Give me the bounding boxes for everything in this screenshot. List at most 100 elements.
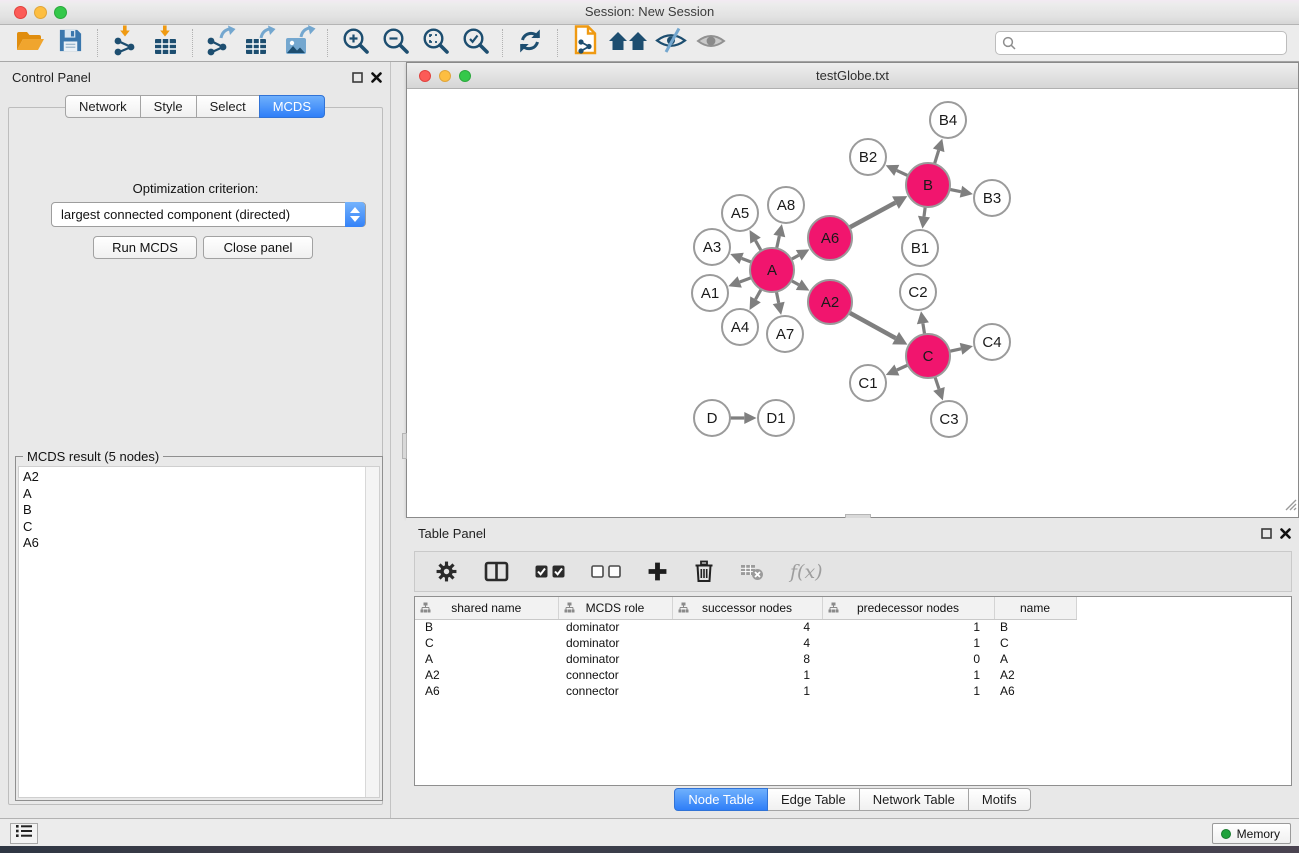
- table-row[interactable]: A6connector11A6: [415, 683, 1291, 699]
- graph-node-A5[interactable]: A5: [722, 195, 758, 231]
- graph-node-A1[interactable]: A1: [692, 275, 728, 311]
- graph-node-A7[interactable]: A7: [767, 316, 803, 352]
- zoom-in-button[interactable]: [335, 27, 375, 59]
- format-column-button[interactable]: [484, 561, 509, 582]
- result-item[interactable]: C: [23, 519, 363, 536]
- run-mcds-button[interactable]: Run MCDS: [93, 236, 197, 259]
- graph-node-D[interactable]: D: [694, 400, 730, 436]
- graph-node-D1[interactable]: D1: [758, 400, 794, 436]
- column-header-shared-name[interactable]: shared name: [415, 597, 558, 619]
- panel-divider-grip[interactable]: [402, 433, 407, 459]
- table-cell[interactable]: 1: [822, 619, 994, 635]
- float-panel-icon[interactable]: [1261, 526, 1272, 544]
- graph-node-A2[interactable]: A2: [808, 280, 852, 324]
- column-header-name[interactable]: name: [994, 597, 1076, 619]
- graph-node-C3[interactable]: C3: [931, 401, 967, 437]
- zoom-fit-button[interactable]: [415, 27, 455, 59]
- tab-network[interactable]: Network: [65, 95, 141, 118]
- network-canvas[interactable]: B4B2BB3A8A5A6A3B1AA1C2A2A4A7C4CC1C3DD1: [407, 89, 1298, 517]
- table-row[interactable]: Cdominator41C: [415, 635, 1291, 651]
- table-cell[interactable]: 1: [822, 635, 994, 651]
- column-header-predecessor-nodes[interactable]: predecessor nodes: [822, 597, 994, 619]
- graph-node-C1[interactable]: C1: [850, 365, 886, 401]
- graph-node-A[interactable]: A: [750, 248, 794, 292]
- graph-node-A4[interactable]: A4: [722, 309, 758, 345]
- delete-table-button[interactable]: [740, 562, 764, 581]
- table-row[interactable]: Bdominator41B: [415, 619, 1291, 635]
- table-cell[interactable]: A2: [994, 667, 1076, 683]
- select-all-checkboxes-button[interactable]: [535, 565, 565, 578]
- delete-column-button[interactable]: [694, 560, 714, 583]
- close-panel-icon[interactable]: [1280, 526, 1291, 544]
- table-row[interactable]: Adominator80A: [415, 651, 1291, 667]
- table-cell[interactable]: dominator: [558, 619, 672, 635]
- resize-grip-icon[interactable]: [1284, 498, 1297, 516]
- graph-node-B3[interactable]: B3: [974, 180, 1010, 216]
- table-cell[interactable]: A: [415, 651, 558, 667]
- table-settings-button[interactable]: [435, 560, 458, 583]
- column-header-successor-nodes[interactable]: successor nodes: [672, 597, 822, 619]
- float-panel-icon[interactable]: [352, 70, 363, 88]
- table-cell[interactable]: B: [994, 619, 1076, 635]
- export-image-button[interactable]: [280, 27, 320, 59]
- export-network-button[interactable]: [200, 27, 240, 59]
- table-cell[interactable]: connector: [558, 683, 672, 699]
- import-network-button[interactable]: [105, 27, 145, 59]
- table-cell[interactable]: 1: [822, 683, 994, 699]
- table-cell[interactable]: 1: [672, 683, 822, 699]
- tab-select[interactable]: Select: [196, 95, 260, 118]
- tab-style[interactable]: Style: [140, 95, 197, 118]
- table-cell[interactable]: 1: [672, 667, 822, 683]
- result-scrollbar[interactable]: [365, 467, 379, 797]
- home-layout-button[interactable]: [605, 27, 651, 59]
- tab-edge-table[interactable]: Edge Table: [767, 788, 860, 811]
- table-cell[interactable]: A6: [994, 683, 1076, 699]
- result-item[interactable]: B: [23, 502, 363, 519]
- tab-node-table[interactable]: Node Table: [674, 788, 768, 811]
- graph-node-A3[interactable]: A3: [694, 229, 730, 265]
- optimization-criterion-select[interactable]: largest connected component (directed): [51, 202, 366, 227]
- graph-node-B1[interactable]: B1: [902, 230, 938, 266]
- save-session-button[interactable]: [50, 27, 90, 59]
- graph-node-C2[interactable]: C2: [900, 274, 936, 310]
- table-cell[interactable]: C: [415, 635, 558, 651]
- result-item[interactable]: A2: [23, 469, 363, 486]
- table-row[interactable]: A2connector11A2: [415, 667, 1291, 683]
- import-table-button[interactable]: [145, 27, 185, 59]
- tab-mcds[interactable]: MCDS: [259, 95, 325, 118]
- zoom-out-button[interactable]: [375, 27, 415, 59]
- graph-node-B2[interactable]: B2: [850, 139, 886, 175]
- table-cell[interactable]: A2: [415, 667, 558, 683]
- graph-node-C4[interactable]: C4: [974, 324, 1010, 360]
- table-cell[interactable]: 1: [822, 667, 994, 683]
- close-panel-icon[interactable]: [371, 70, 382, 88]
- tab-network-table[interactable]: Network Table: [859, 788, 969, 811]
- network-from-file-button[interactable]: [565, 27, 605, 59]
- function-builder-button[interactable]: f(x): [790, 561, 823, 583]
- result-item[interactable]: A6: [23, 535, 363, 552]
- add-column-button[interactable]: [647, 561, 668, 582]
- close-panel-button[interactable]: Close panel: [203, 236, 313, 259]
- export-table-button[interactable]: [240, 27, 280, 59]
- table-cell[interactable]: 4: [672, 635, 822, 651]
- table-cell[interactable]: A6: [415, 683, 558, 699]
- memory-button[interactable]: Memory: [1212, 823, 1291, 844]
- table-cell[interactable]: dominator: [558, 635, 672, 651]
- table-cell[interactable]: C: [994, 635, 1076, 651]
- table-cell[interactable]: 0: [822, 651, 994, 667]
- open-file-button[interactable]: [10, 27, 50, 59]
- tab-motifs[interactable]: Motifs: [968, 788, 1031, 811]
- table-cell[interactable]: B: [415, 619, 558, 635]
- table-cell[interactable]: 8: [672, 651, 822, 667]
- search-input[interactable]: [995, 31, 1287, 55]
- table-cell[interactable]: A: [994, 651, 1076, 667]
- column-header-MCDS-role[interactable]: MCDS role: [558, 597, 672, 619]
- table-cell[interactable]: connector: [558, 667, 672, 683]
- zoom-selected-button[interactable]: [455, 27, 495, 59]
- graph-node-B[interactable]: B: [906, 163, 950, 207]
- graph-node-C[interactable]: C: [906, 334, 950, 378]
- deselect-all-checkboxes-button[interactable]: [591, 565, 621, 578]
- graph-node-B4[interactable]: B4: [930, 102, 966, 138]
- show-panels-button[interactable]: [10, 823, 38, 844]
- table-cell[interactable]: dominator: [558, 651, 672, 667]
